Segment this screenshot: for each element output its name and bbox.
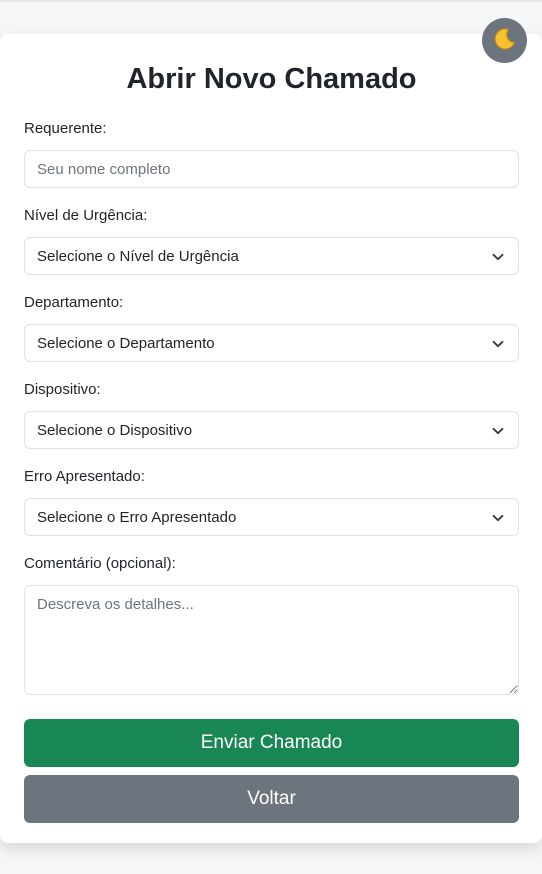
comment-textarea[interactable] bbox=[24, 585, 519, 695]
moon-icon bbox=[493, 27, 517, 54]
department-select-value: Selecione o Departamento bbox=[37, 334, 215, 352]
device-select[interactable]: Selecione o Dispositivo bbox=[24, 411, 519, 449]
back-button[interactable]: Voltar bbox=[24, 775, 519, 823]
urgency-select[interactable]: Selecione o Nível de Urgência bbox=[24, 237, 519, 275]
urgency-select-value: Selecione o Nível de Urgência bbox=[37, 247, 239, 265]
submit-ticket-button[interactable]: Enviar Chamado bbox=[24, 719, 519, 767]
comment-field: Comentário (opcional): bbox=[24, 555, 519, 695]
department-field: Departamento: Selecione o Departamento bbox=[24, 294, 519, 362]
department-label: Departamento: bbox=[24, 294, 124, 311]
error-label: Erro Apresentado: bbox=[24, 468, 145, 485]
department-select[interactable]: Selecione o Departamento bbox=[24, 324, 519, 362]
error-select-value: Selecione o Erro Apresentado bbox=[37, 508, 237, 526]
urgency-label: Nível de Urgência: bbox=[24, 207, 148, 224]
chevron-down-icon bbox=[492, 337, 504, 354]
chevron-down-icon bbox=[492, 511, 504, 528]
device-select-value: Selecione o Dispositivo bbox=[37, 421, 193, 439]
requester-field: Requerente: bbox=[24, 120, 519, 188]
theme-toggle-button[interactable] bbox=[482, 18, 527, 63]
device-field: Dispositivo: Selecione o Dispositivo bbox=[24, 381, 519, 449]
device-label: Dispositivo: bbox=[24, 381, 101, 398]
form-card: Abrir Novo Chamado Requerente: Nível de … bbox=[0, 34, 542, 843]
requester-label: Requerente: bbox=[24, 120, 107, 137]
urgency-field: Nível de Urgência: Selecione o Nível de … bbox=[24, 207, 519, 275]
top-border bbox=[0, 0, 542, 2]
chevron-down-icon bbox=[492, 424, 504, 441]
page-title: Abrir Novo Chamado bbox=[126, 63, 417, 95]
requester-input-wrapper bbox=[24, 150, 519, 188]
error-field: Erro Apresentado: Selecione o Erro Apres… bbox=[24, 468, 519, 536]
comment-label: Comentário (opcional): bbox=[24, 555, 176, 572]
error-select[interactable]: Selecione o Erro Apresentado bbox=[24, 498, 519, 536]
chevron-down-icon bbox=[492, 250, 504, 267]
requester-input[interactable] bbox=[37, 151, 506, 187]
